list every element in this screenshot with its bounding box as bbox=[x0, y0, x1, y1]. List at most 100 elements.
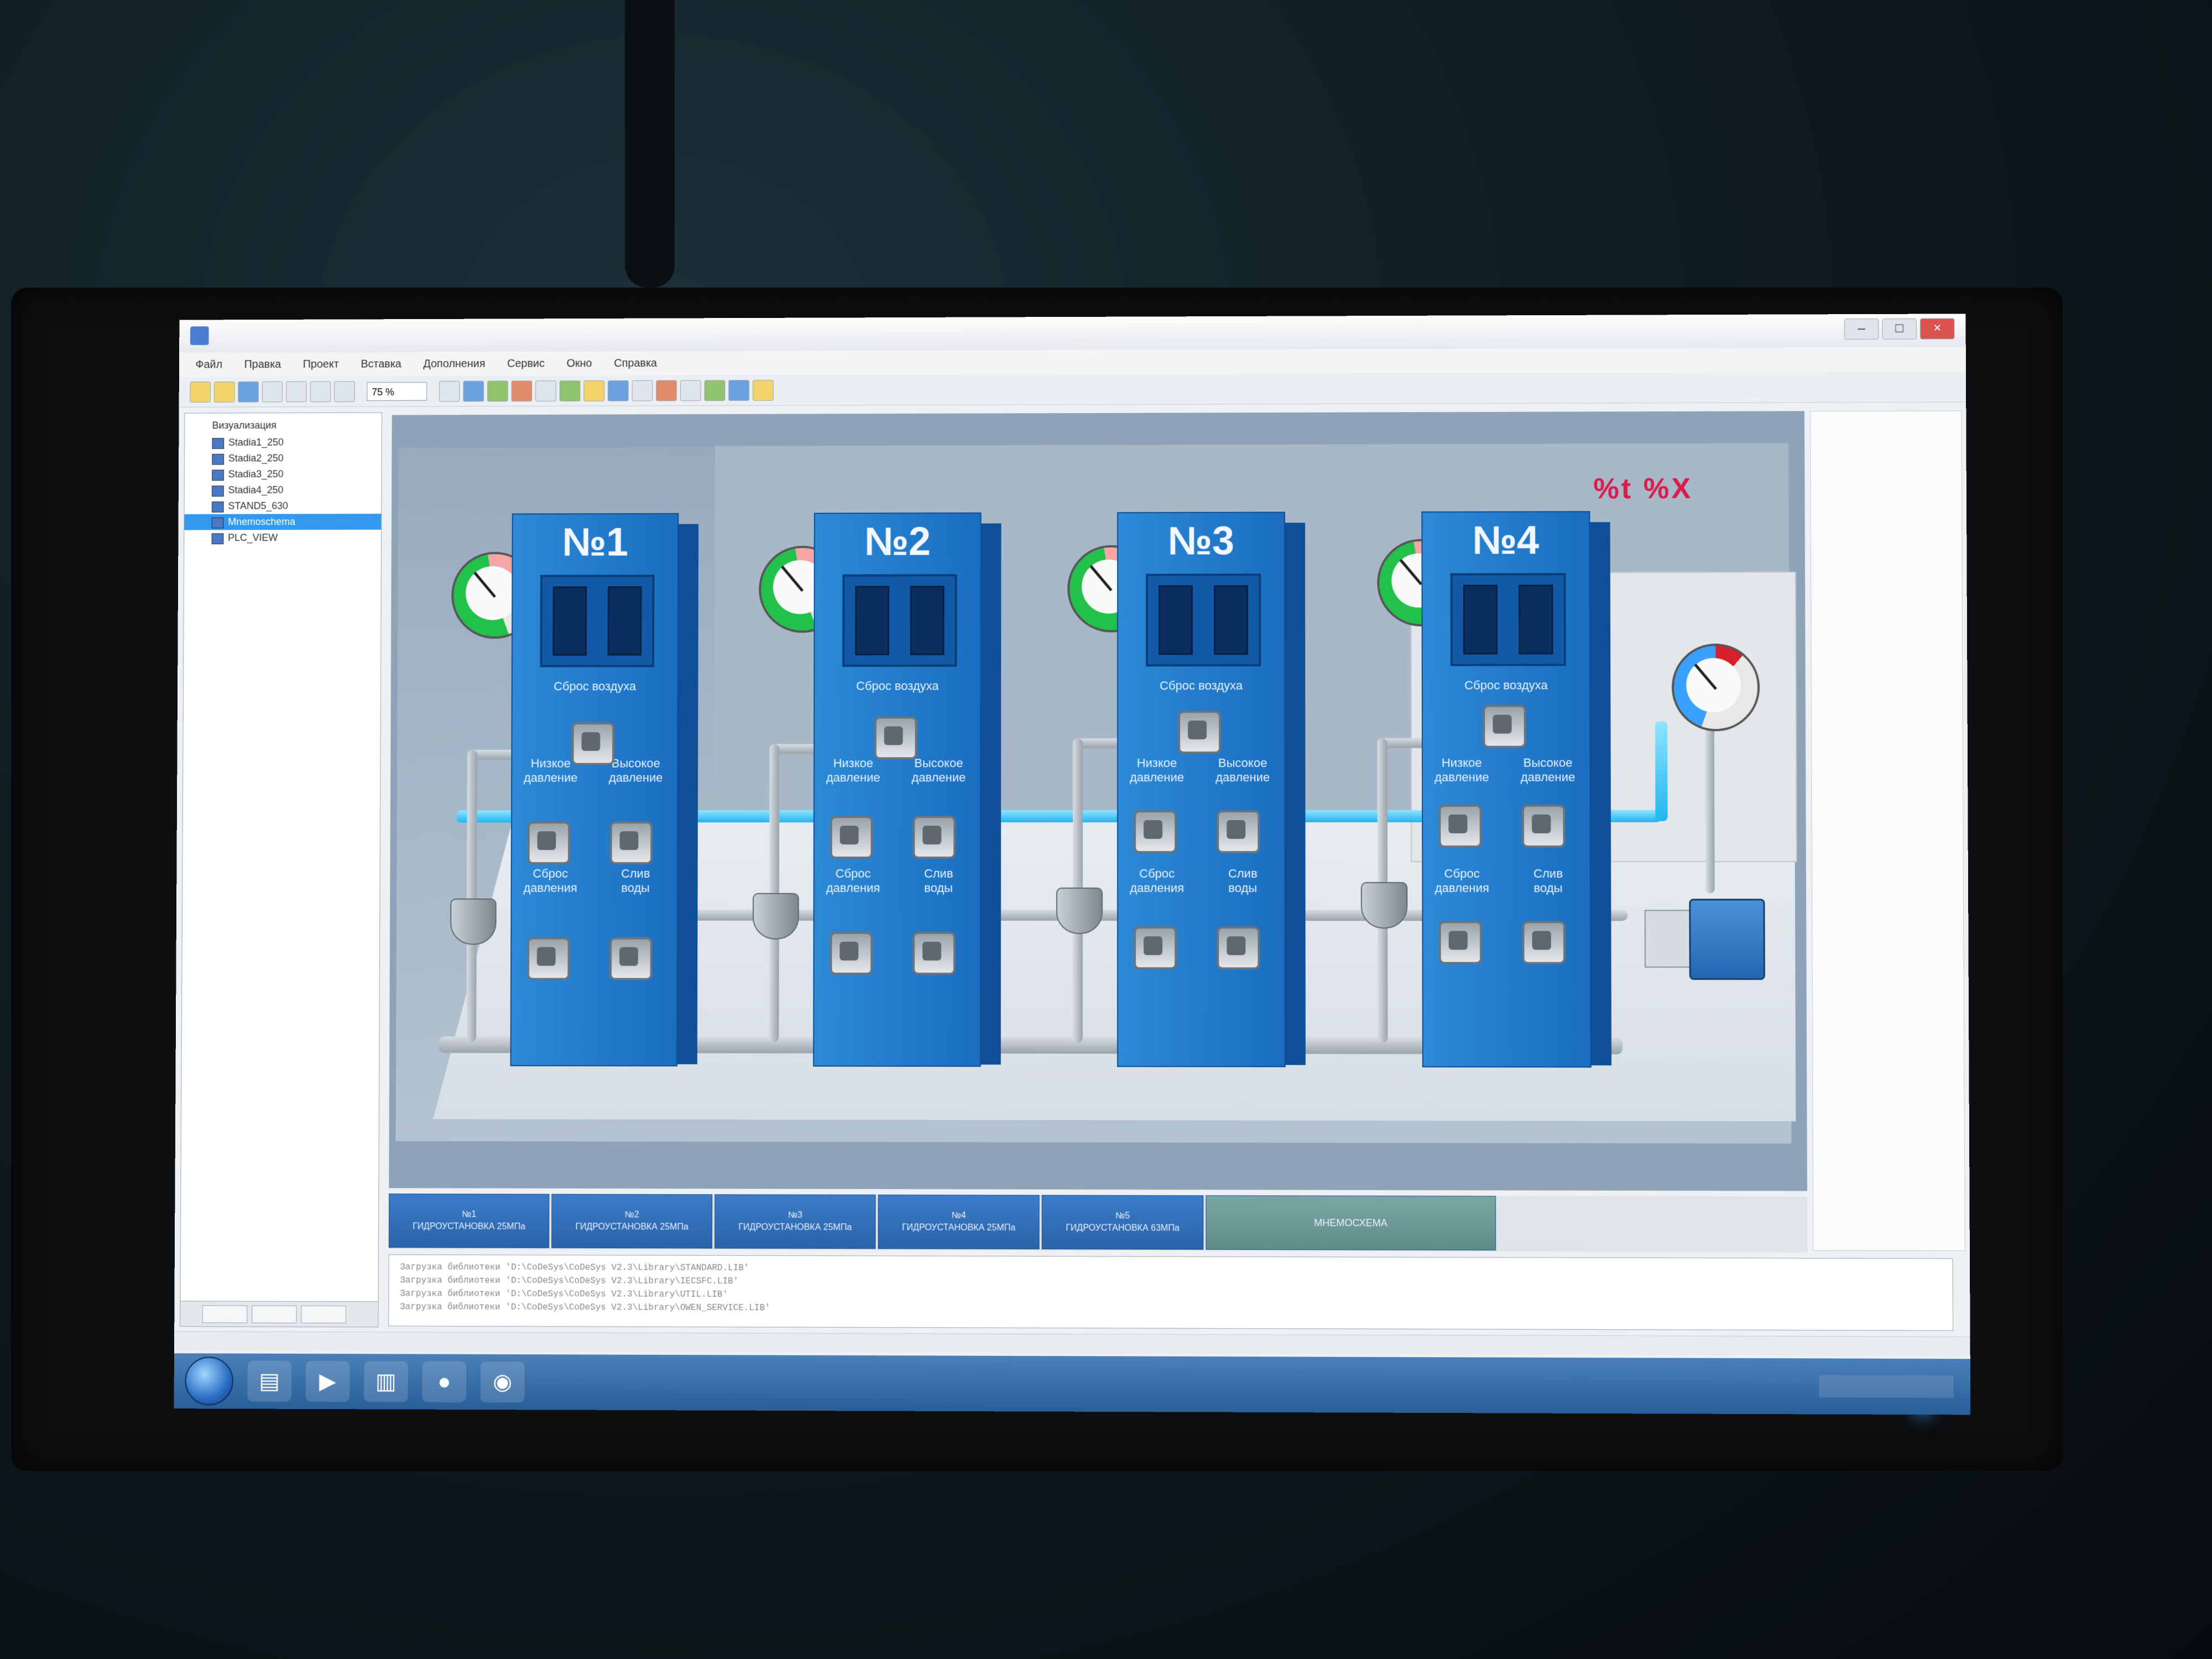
cut-icon[interactable] bbox=[286, 381, 307, 402]
menu-service[interactable]: Сервис bbox=[507, 357, 545, 370]
station-display bbox=[1450, 573, 1566, 666]
pump-coupling bbox=[1644, 910, 1692, 968]
activex-tool-icon[interactable] bbox=[752, 379, 774, 401]
filter bbox=[1056, 887, 1103, 935]
air-release-valve[interactable] bbox=[1178, 710, 1222, 754]
minimize-button[interactable]: – bbox=[1844, 318, 1879, 340]
menu-edit[interactable]: Правка bbox=[244, 358, 281, 371]
print-icon[interactable] bbox=[262, 381, 283, 402]
low-pressure-label: Низкое давление bbox=[826, 756, 880, 785]
pump-motor[interactable] bbox=[1689, 899, 1765, 980]
tab-station-4[interactable]: №4 ГИДРОУСТАНОВКА 25МПа bbox=[878, 1194, 1040, 1250]
copy-icon[interactable] bbox=[310, 380, 331, 402]
water-drain-valve[interactable] bbox=[609, 937, 653, 980]
open-folder-icon[interactable] bbox=[213, 381, 235, 403]
water-drain-label: Слив воды bbox=[1228, 867, 1258, 895]
tab-station-3[interactable]: №3 ГИДРОУСТАНОВКА 25МПа bbox=[714, 1194, 876, 1249]
tree-item[interactable]: Stadia3_250 bbox=[185, 466, 382, 483]
tree-item[interactable]: PLC_VIEW bbox=[184, 530, 381, 546]
line-tool-icon[interactable] bbox=[535, 380, 556, 401]
air-release-valve[interactable] bbox=[874, 716, 917, 760]
high-pressure-label: Высокое давление bbox=[911, 756, 966, 785]
high-pressure-valve[interactable] bbox=[912, 816, 956, 859]
tab-mnemoschema[interactable]: МНЕМОСХЕМА bbox=[1206, 1195, 1496, 1251]
tree-item-selected[interactable]: Mnemoschema bbox=[184, 514, 382, 530]
water-drain-valve[interactable] bbox=[1217, 926, 1260, 970]
station-4[interactable]: №4 Сброс воздуха Низкое давление Высокое… bbox=[1421, 511, 1592, 1068]
trend-tool-icon[interactable] bbox=[728, 379, 750, 401]
high-pressure-valve[interactable] bbox=[1217, 810, 1260, 853]
tab-data-types[interactable] bbox=[252, 1305, 297, 1323]
menu-project[interactable]: Проект bbox=[303, 358, 339, 371]
ellipse-tool-icon[interactable] bbox=[487, 380, 508, 401]
codesys-icon[interactable]: ◉ bbox=[480, 1361, 525, 1403]
save-icon[interactable] bbox=[238, 381, 259, 403]
tab-visualizations[interactable] bbox=[301, 1305, 346, 1323]
select-tool-icon[interactable] bbox=[439, 380, 460, 401]
close-button[interactable]: × bbox=[1919, 318, 1955, 340]
low-pressure-valve[interactable] bbox=[1134, 810, 1177, 853]
tree-root-visualization[interactable]: Визуализация bbox=[185, 413, 382, 435]
filter bbox=[1360, 882, 1408, 929]
menu-file[interactable]: Файл bbox=[196, 358, 223, 371]
new-file-icon[interactable] bbox=[190, 381, 211, 403]
paste-icon[interactable] bbox=[334, 380, 355, 402]
media-player-icon[interactable]: ▶ bbox=[305, 1360, 350, 1402]
station-2[interactable]: №2 Сброс воздуха Низкое давление Высокое… bbox=[813, 512, 982, 1067]
rectangle-tool-icon[interactable] bbox=[463, 380, 484, 401]
tree-item[interactable]: Stadia2_250 bbox=[185, 450, 382, 467]
table-tool-icon[interactable] bbox=[607, 380, 629, 401]
pressure-release-valve[interactable] bbox=[1134, 926, 1177, 970]
button-tool-icon[interactable] bbox=[583, 380, 605, 401]
tab-station-2[interactable]: №2 ГИДРОУСТАНОВКА 25МПа bbox=[551, 1194, 713, 1249]
document-icon[interactable]: ▥ bbox=[363, 1361, 408, 1402]
firefox-icon[interactable]: ● bbox=[422, 1361, 467, 1402]
water-pipe-riser bbox=[1655, 721, 1668, 821]
menu-extras[interactable]: Дополнения bbox=[423, 357, 485, 370]
explorer-icon[interactable]: ▤ bbox=[247, 1360, 292, 1402]
filter bbox=[450, 898, 497, 945]
vertical-pipe bbox=[466, 749, 477, 1042]
high-pressure-valve[interactable] bbox=[1521, 804, 1566, 848]
pressure-release-valve[interactable] bbox=[1438, 921, 1483, 964]
water-drain-label: Слив воды bbox=[924, 866, 953, 895]
tree-item[interactable]: Stadia1_250 bbox=[185, 434, 382, 451]
low-pressure-valve[interactable] bbox=[1438, 804, 1482, 848]
water-drain-valve[interactable] bbox=[912, 931, 956, 975]
air-release-valve[interactable] bbox=[1483, 705, 1526, 748]
water-drain-valve[interactable] bbox=[1522, 921, 1566, 964]
station-1[interactable]: №1 Сброс воздуха Низкое давление Высокое… bbox=[510, 513, 679, 1067]
histogram-tool-icon[interactable] bbox=[680, 379, 701, 401]
air-release-valve[interactable] bbox=[571, 722, 615, 765]
menu-help[interactable]: Справка bbox=[614, 357, 657, 369]
menu-window[interactable]: Окно bbox=[567, 357, 592, 370]
tab-station-1[interactable]: №1 ГИДРОУСТАНОВКА 25МПа bbox=[388, 1193, 550, 1249]
visualization-icon bbox=[211, 517, 224, 529]
alarm-tool-icon[interactable] bbox=[704, 379, 726, 401]
bar-tool-icon[interactable] bbox=[656, 380, 677, 401]
filter bbox=[752, 893, 799, 940]
tab-station-5[interactable]: №5 ГИДРОУСТАНОВКА 63МПа bbox=[1041, 1194, 1204, 1250]
zoom-select[interactable]: 75 % bbox=[367, 382, 427, 401]
menu-insert[interactable]: Вставка bbox=[361, 358, 401, 371]
cable bbox=[625, 0, 675, 288]
start-button[interactable] bbox=[185, 1357, 234, 1406]
low-pressure-label: Низкое давление bbox=[1130, 756, 1185, 785]
high-pressure-valve[interactable] bbox=[609, 821, 653, 864]
pressure-release-valve[interactable] bbox=[526, 937, 570, 980]
meter-tool-icon[interactable] bbox=[632, 380, 653, 401]
station-3[interactable]: №3 Сброс воздуха Низкое давление Высокое… bbox=[1117, 512, 1286, 1067]
low-pressure-valve[interactable] bbox=[830, 816, 873, 859]
maximize-button[interactable]: □ bbox=[1882, 318, 1917, 340]
time-placeholder: %t %X bbox=[1593, 472, 1693, 505]
tree-item[interactable]: Stadia4_250 bbox=[185, 482, 382, 498]
polygon-tool-icon[interactable] bbox=[511, 380, 533, 401]
low-pressure-valve[interactable] bbox=[527, 821, 571, 864]
visualization-icon bbox=[212, 453, 225, 465]
bitmap-tool-icon[interactable] bbox=[559, 380, 581, 401]
station-display bbox=[540, 575, 655, 667]
tab-pous[interactable] bbox=[202, 1305, 248, 1323]
tree-item[interactable]: STAND5_630 bbox=[184, 498, 381, 514]
pressure-release-valve[interactable] bbox=[830, 931, 873, 975]
mnemonic-canvas: %t %X №1 Сброс воздуха Низкое давление В… bbox=[389, 411, 1807, 1191]
